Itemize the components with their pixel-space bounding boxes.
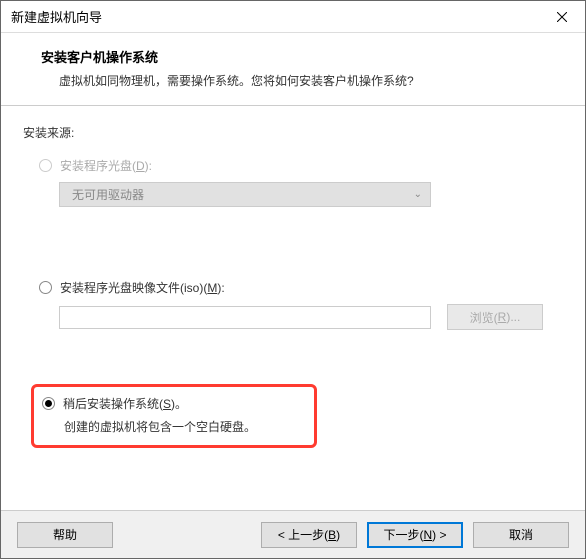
footer-bar: 帮助 < 上一步(B) 下一步(N) > 取消 [1,510,585,558]
window-title: 新建虚拟机向导 [11,7,102,26]
iso-path-input[interactable] [59,306,431,329]
option-iso-label: 安装程序光盘映像文件(iso)(M): [60,279,225,296]
iso-file-row: 浏览(R)... [59,304,563,330]
cancel-button[interactable]: 取消 [473,522,569,548]
option-later-hint: 创建的虚拟机将包含一个空白硬盘。 [42,418,304,435]
close-icon [557,12,567,22]
disc-dropdown: 无可用驱动器 ⌄ [59,182,431,207]
option-iso-row[interactable]: 安装程序光盘映像文件(iso)(M): [23,279,563,296]
help-button[interactable]: 帮助 [17,522,113,548]
wizard-header: 安装客户机操作系统 虚拟机如同物理机，需要操作系统。您将如何安装客户机操作系统? [1,33,585,106]
option-iso-group: 安装程序光盘映像文件(iso)(M): 浏览(R)... [23,279,563,330]
option-disc-label: 安装程序光盘(D): [60,157,152,174]
browse-button: 浏览(R)... [447,304,543,330]
content-area: 安装来源: 安装程序光盘(D): 无可用驱动器 ⌄ 安装程序光盘映像文件(iso… [1,106,585,510]
titlebar: 新建虚拟机向导 [1,1,585,33]
radio-disc [39,159,52,172]
back-button[interactable]: < 上一步(B) [261,522,357,548]
source-label: 安装来源: [23,124,563,141]
wizard-window: 新建虚拟机向导 安装客户机操作系统 虚拟机如同物理机，需要操作系统。您将如何安装… [0,0,586,559]
page-title: 安装客户机操作系统 [41,47,565,66]
option-disc-row: 安装程序光盘(D): [23,157,563,174]
option-disc-group: 安装程序光盘(D): 无可用驱动器 ⌄ [23,157,563,207]
option-later-row[interactable]: 稍后安装操作系统(S)。 [42,395,304,412]
radio-later[interactable] [42,397,55,410]
option-later-label: 稍后安装操作系统(S)。 [63,395,187,412]
disc-dropdown-value: 无可用驱动器 [72,186,144,203]
option-later-highlight: 稍后安装操作系统(S)。 创建的虚拟机将包含一个空白硬盘。 [31,384,317,448]
page-subtitle: 虚拟机如同物理机，需要操作系统。您将如何安装客户机操作系统? [41,72,565,89]
close-button[interactable] [539,1,585,33]
next-button[interactable]: 下一步(N) > [367,522,463,548]
chevron-down-icon: ⌄ [414,189,422,200]
radio-iso[interactable] [39,281,52,294]
